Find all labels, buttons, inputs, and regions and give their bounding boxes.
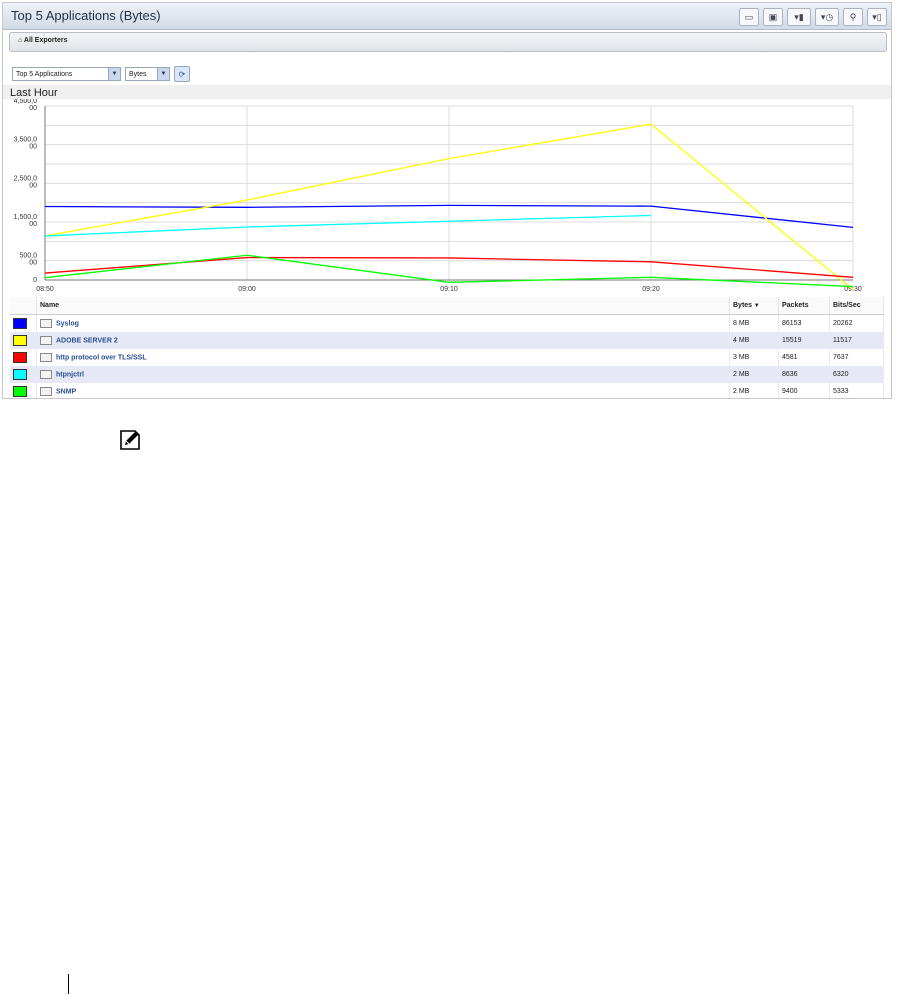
metric-select[interactable]: Bytes ▼ (125, 67, 170, 81)
bytes-column-header[interactable]: Bytes ▼ (729, 297, 779, 315)
series-swatch (13, 335, 27, 346)
y-tick-label: 500,0 00 (19, 253, 37, 267)
history-icon[interactable]: ▾◷ (815, 8, 839, 26)
name-cell: SNMP (36, 383, 730, 398)
metric-select-value: Bytes (129, 70, 147, 78)
application-link[interactable]: SNMP (56, 388, 76, 395)
chevron-down-icon: ▼ (108, 68, 120, 80)
series-line-htpnjctrl (44, 214, 652, 237)
report-select[interactable]: Top 5 Applications ▼ (12, 67, 121, 81)
report-select-value: Top 5 Applications (16, 70, 73, 78)
bits-cell: 7637 (829, 349, 884, 366)
application-icon (40, 370, 52, 379)
bytes-cell: 4 MB (729, 332, 779, 349)
y-tick-label: 1,500,0 00 (14, 214, 37, 228)
color-cell (10, 332, 37, 349)
chart-header-band (3, 85, 891, 99)
panel-titlebar: Top 5 Applications (Bytes) ▭ ▣ ▾▮ ▾◷ ⚲ ▾… (3, 3, 891, 30)
table-row[interactable]: http protocol over TLS/SSL 3 MB 4581 7637 (10, 349, 884, 366)
chart-icon[interactable]: ▾▮ (787, 8, 811, 26)
bytes-cell: 8 MB (729, 314, 779, 332)
chart-period-label: Last Hour (10, 87, 58, 99)
packets-cell: 9400 (778, 383, 830, 398)
bytes-column-label: Bytes (733, 302, 753, 309)
y-tick-label: 3,500,0 00 (14, 137, 37, 151)
bytes-cell: 2 MB (729, 366, 779, 383)
breadcrumb: ⌂ All Exporters (9, 32, 887, 52)
bits-column-header[interactable]: Bits/Sec (829, 297, 884, 315)
application-icon (40, 336, 52, 345)
application-icon (40, 387, 52, 396)
panel-toolbar: ▭ ▣ ▾▮ ▾◷ ⚲ ▾▯ (739, 8, 887, 26)
bits-cell: 6320 (829, 366, 884, 383)
save-icon[interactable]: ▣ (763, 8, 783, 26)
name-cell: http protocol over TLS/SSL (36, 349, 730, 366)
bits-cell: 20262 (829, 314, 884, 332)
series-swatch (13, 352, 27, 363)
x-tick-label: 09:00 (238, 286, 256, 293)
color-cell (10, 383, 37, 398)
breadcrumb-all-exporters[interactable]: ⌂ All Exporters (18, 37, 68, 44)
x-tick-label: 09:10 (440, 286, 458, 293)
y-tick-label: 2,500,0 00 (14, 175, 37, 189)
page-icon[interactable]: ▭ (739, 8, 759, 26)
table-row[interactable]: Syslog 8 MB 86153 20262 (10, 314, 884, 332)
color-cell (10, 366, 37, 383)
zoom-icon[interactable]: ⚲ (843, 8, 863, 26)
packets-cell: 8636 (778, 366, 830, 383)
y-tick-label: 0 (33, 277, 37, 284)
series-swatch (13, 386, 27, 397)
application-icon (40, 319, 52, 328)
export-icon[interactable]: ▾▯ (867, 8, 887, 26)
table-row[interactable]: htpnjctrl 2 MB 8636 6320 (10, 366, 884, 383)
table-header-row: Name Bytes ▼ Packets Bits/Sec (10, 297, 884, 315)
x-tick-label: 08:50 (36, 286, 54, 293)
table-row[interactable]: ADOBE SERVER 2 4 MB 15519 11517 (10, 332, 884, 349)
top-applications-panel: Top 5 Applications (Bytes) ▭ ▣ ▾▮ ▾◷ ⚲ ▾… (2, 2, 892, 399)
y-tick-label: 4,500,0 00 (14, 99, 37, 112)
name-cell: htpnjctrl (36, 366, 730, 383)
applications-table: Name Bytes ▼ Packets Bits/Sec Syslog 8 MB… (10, 297, 884, 398)
breadcrumb-label: All Exporters (23, 37, 68, 44)
selector-row: Top 5 Applications ▼ Bytes ▼ ⟳ (12, 66, 190, 82)
series-swatch (13, 369, 27, 380)
table-row[interactable]: SNMP 2 MB 9400 5333 (10, 383, 884, 398)
page-footer-rule (68, 974, 69, 994)
color-column-header (10, 297, 37, 315)
packets-cell: 86153 (778, 314, 830, 332)
refresh-icon[interactable]: ⟳ (174, 66, 190, 82)
name-cell: Syslog (36, 314, 730, 332)
pencil-note-icon (120, 430, 140, 450)
application-icon (40, 353, 52, 362)
sort-down-icon: ▼ (752, 303, 760, 309)
bits-cell: 5333 (829, 383, 884, 398)
packets-cell: 15519 (778, 332, 830, 349)
color-cell (10, 349, 37, 366)
panel-title: Top 5 Applications (Bytes) (11, 8, 161, 23)
application-link[interactable]: ADOBE SERVER 2 (56, 337, 118, 344)
line-chart: 4,500,0 00 3,500,0 00 2,500,0 00 1,500,0 00 500,… (14, 99, 862, 293)
bytes-cell: 2 MB (729, 383, 779, 398)
packets-column-header[interactable]: Packets (778, 297, 830, 315)
bits-cell: 11517 (829, 332, 884, 349)
name-column-header[interactable]: Name (36, 297, 730, 315)
series-swatch (13, 318, 27, 329)
application-link[interactable]: htpnjctrl (56, 371, 84, 378)
packets-cell: 4581 (778, 349, 830, 366)
chevron-down-icon: ▼ (157, 68, 169, 80)
color-cell (10, 314, 37, 332)
bytes-cell: 3 MB (729, 349, 779, 366)
name-cell: ADOBE SERVER 2 (36, 332, 730, 349)
application-link[interactable]: http protocol over TLS/SSL (56, 354, 147, 361)
application-link[interactable]: Syslog (56, 320, 79, 327)
x-tick-label: 09:20 (642, 286, 660, 293)
